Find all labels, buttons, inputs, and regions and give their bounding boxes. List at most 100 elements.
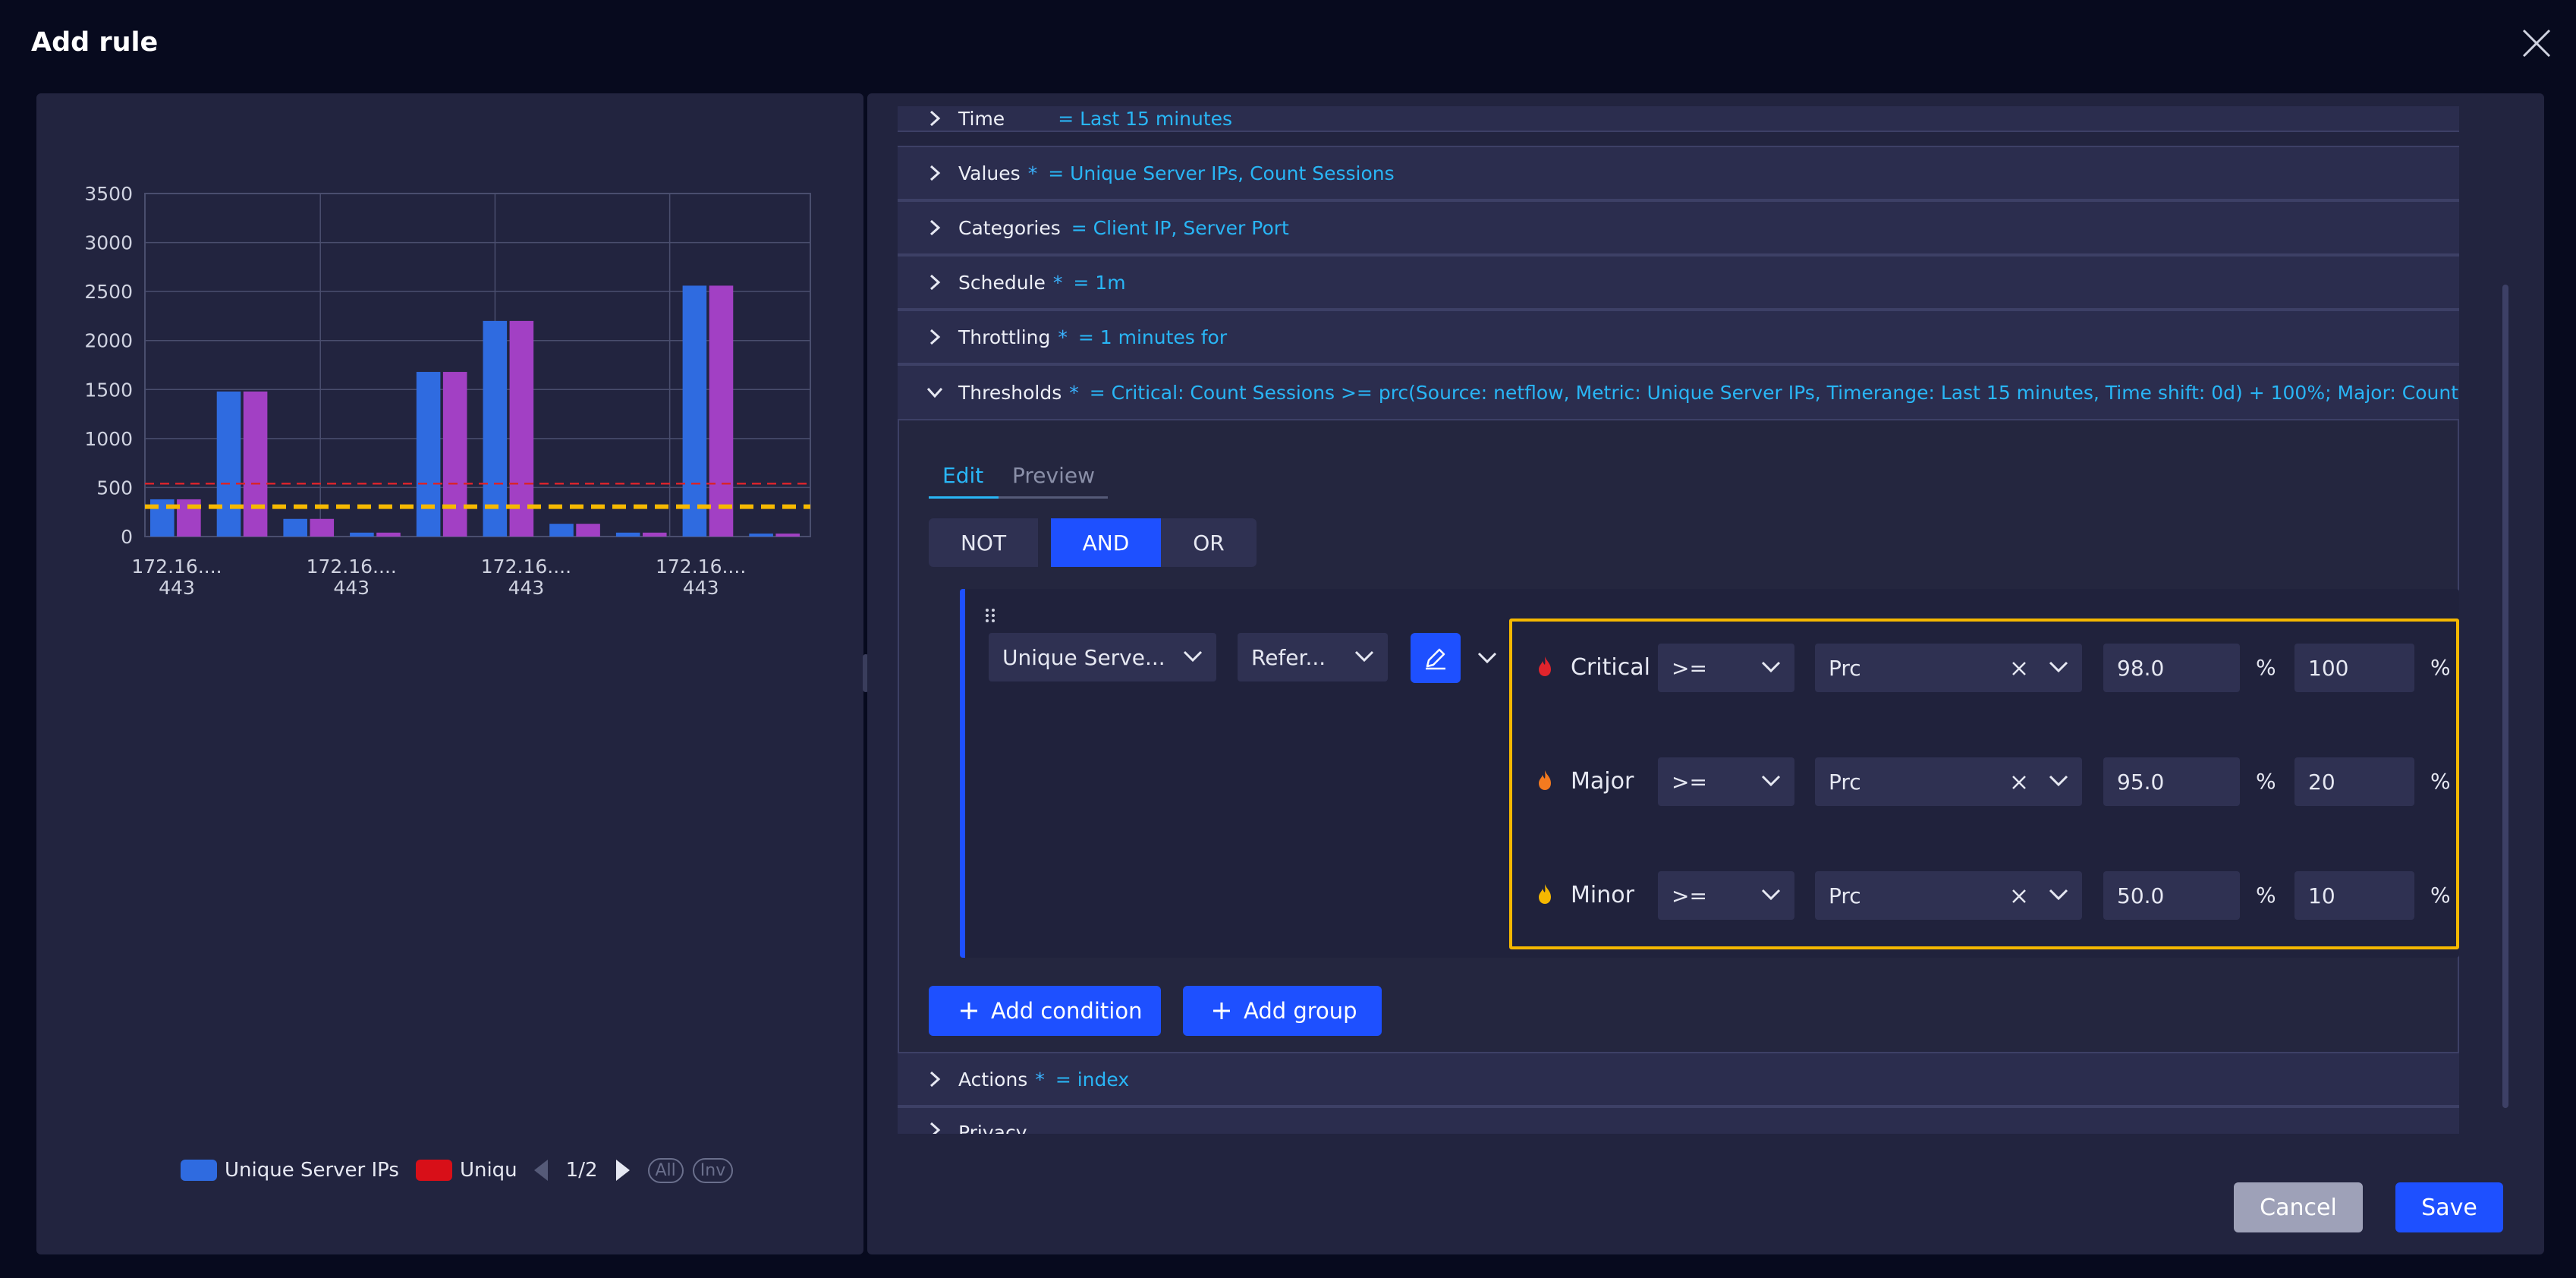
- y-tick-label: 3500: [84, 183, 133, 205]
- legend-next-icon[interactable]: [615, 1160, 630, 1181]
- y-tick-label: 3000: [84, 232, 133, 254]
- bar: [483, 320, 508, 537]
- drag-handle-icon[interactable]: [984, 607, 996, 624]
- section-name: Thresholds: [958, 381, 1062, 404]
- section-value: = Last 15 minutes: [1058, 107, 1233, 130]
- operator-value: >=: [1672, 883, 1707, 908]
- section-thresholds[interactable]: Thresholds * = Critical: Count Sessions …: [898, 364, 2459, 420]
- threshold-value: 98.0: [2117, 655, 2165, 681]
- section-actions[interactable]: Actions * = index: [898, 1052, 2459, 1106]
- section-name: Schedule: [958, 271, 1046, 294]
- bar: [350, 532, 374, 537]
- chevron-down-icon: [2049, 661, 2068, 673]
- reference-select-value: Refer...: [1251, 644, 1326, 670]
- x-tick-label: 443: [508, 577, 545, 599]
- legend-all-button[interactable]: All: [647, 1157, 684, 1183]
- tab-edit-underline: [929, 496, 999, 499]
- flame-icon: [1539, 656, 1551, 676]
- legend-page: 1/2: [565, 1159, 598, 1182]
- legend-item-uniqu[interactable]: Uniqu: [415, 1159, 517, 1182]
- section-value: = Unique Server IPs, Count Sessions: [1048, 162, 1395, 184]
- chevron-right-icon: [929, 329, 941, 345]
- bar: [416, 372, 441, 537]
- threshold-value-input[interactable]: 98.0: [2103, 644, 2240, 692]
- function-select[interactable]: Prc: [1815, 644, 2082, 692]
- add-group-button[interactable]: Add group: [1183, 986, 1382, 1036]
- bar: [283, 518, 307, 537]
- operator-select[interactable]: >=: [1658, 757, 1794, 806]
- bar: [549, 524, 574, 537]
- chevron-right-icon: [929, 110, 941, 127]
- threshold-extra: 20: [2308, 769, 2335, 795]
- dialog-header: Add rule: [0, 0, 2576, 91]
- legend-inv-button[interactable]: Inv: [692, 1157, 734, 1183]
- section-value: = Critical: Count Sessions >= prc(Source…: [1089, 381, 2459, 404]
- section-value: = Client IP, Server Port: [1071, 216, 1289, 239]
- percent-label: %: [2256, 769, 2276, 794]
- section-name: Values: [958, 162, 1021, 184]
- section-categories[interactable]: Categories = Client IP, Server Port: [898, 200, 2459, 255]
- bar: [775, 534, 800, 537]
- bar: [310, 518, 335, 537]
- not-button[interactable]: NOT: [929, 518, 1038, 567]
- bar: [442, 372, 467, 537]
- section-schedule[interactable]: Schedule * = 1m: [898, 255, 2459, 310]
- threshold-extra: 10: [2308, 883, 2335, 908]
- section-privacy[interactable]: Privacy: [898, 1106, 2459, 1134]
- operator-select[interactable]: >=: [1658, 644, 1794, 692]
- severity-label: Major: [1571, 768, 1634, 795]
- threshold-extra-input[interactable]: 20: [2294, 757, 2414, 806]
- chart-legend: Unique Server IPs Uniqu 1/2 All Inv: [181, 1155, 742, 1185]
- clear-icon[interactable]: [2011, 774, 2027, 791]
- threshold-extra-input[interactable]: 10: [2294, 871, 2414, 920]
- bar-chart: 3500300025002000150010005000172.16....44…: [84, 183, 811, 599]
- threshold-value: 50.0: [2117, 883, 2165, 908]
- legend-label: Unique Server IPs: [225, 1159, 399, 1182]
- bar: [749, 534, 773, 537]
- tab-preview[interactable]: Preview: [1012, 463, 1095, 488]
- section-values[interactable]: Values * = Unique Server IPs, Count Sess…: [898, 146, 2459, 200]
- dialog-title: Add rule: [31, 27, 159, 58]
- edit-reference-button[interactable]: [1411, 633, 1461, 683]
- function-select[interactable]: Prc: [1815, 871, 2082, 920]
- chevron-right-icon: [929, 219, 941, 236]
- tab-edit[interactable]: Edit: [942, 463, 983, 488]
- x-tick-label: 172.16....: [131, 556, 222, 578]
- threshold-value-input[interactable]: 95.0: [2103, 757, 2240, 806]
- legend-swatch: [415, 1160, 452, 1181]
- metric-select[interactable]: Unique Serve...: [989, 633, 1216, 681]
- function-select[interactable]: Prc: [1815, 757, 2082, 806]
- close-icon[interactable]: [2519, 26, 2554, 61]
- y-tick-label: 0: [121, 526, 133, 548]
- chevron-right-icon: [929, 274, 941, 291]
- metric-select-value: Unique Serve...: [1002, 644, 1165, 670]
- reference-select[interactable]: Refer...: [1238, 633, 1388, 681]
- legend-prev-icon[interactable]: [533, 1160, 548, 1181]
- threshold-extra-input[interactable]: 100: [2294, 644, 2414, 692]
- add-condition-label: Add condition: [991, 998, 1143, 1024]
- expand-chevron-icon[interactable]: [1477, 650, 1498, 666]
- flame-icon: [1539, 770, 1551, 790]
- section-throttling[interactable]: Throttling * = 1 minutes for: [898, 310, 2459, 364]
- chevron-down-icon: [1761, 661, 1781, 673]
- percent-label: %: [2256, 883, 2276, 908]
- save-button[interactable]: Save: [2395, 1182, 2503, 1232]
- add-condition-button[interactable]: Add condition: [929, 986, 1161, 1036]
- clear-icon[interactable]: [2011, 888, 2027, 905]
- legend-swatch: [181, 1160, 217, 1181]
- or-button[interactable]: OR: [1161, 518, 1257, 567]
- cancel-button[interactable]: Cancel: [2234, 1182, 2363, 1232]
- clear-icon[interactable]: [2011, 660, 2027, 677]
- chevron-right-icon: [929, 165, 941, 181]
- threshold-value-input[interactable]: 50.0: [2103, 871, 2240, 920]
- form-scrollbar[interactable]: [2502, 285, 2508, 1108]
- chevron-down-icon: [1354, 650, 1374, 663]
- section-time[interactable]: Time = Last 15 minutes: [898, 106, 2459, 132]
- chevron-down-icon: [926, 387, 943, 398]
- operator-select[interactable]: >=: [1658, 871, 1794, 920]
- legend-item-unique-server-ips[interactable]: Unique Server IPs: [181, 1159, 399, 1182]
- plus-icon: [1213, 1003, 1230, 1019]
- threshold-extra: 100: [2308, 655, 2349, 681]
- section-name: Throttling: [958, 326, 1051, 348]
- and-button[interactable]: AND: [1051, 518, 1161, 567]
